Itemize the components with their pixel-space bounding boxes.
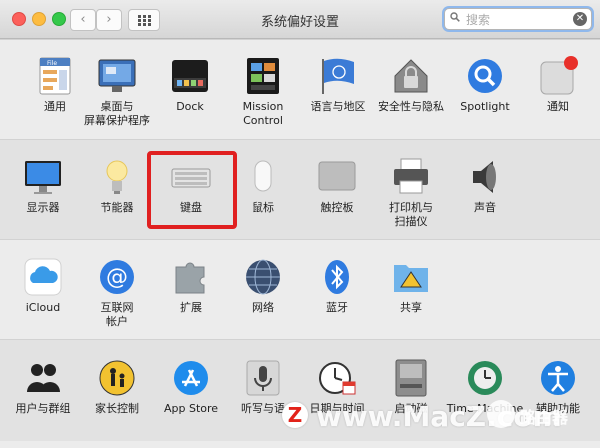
magnifier-icon [468, 59, 502, 93]
pref-label: 打印机与 扫描仪 [389, 201, 433, 228]
sharing-folder-icon [394, 265, 428, 292]
mouse-icon [254, 160, 272, 192]
pref-label: 蓝牙 [326, 301, 348, 314]
pref-label: 通知 [547, 100, 569, 113]
pref-label: 声音 [474, 201, 496, 214]
dock-icon [172, 60, 208, 92]
search-field[interactable]: 搜索 ✕ [444, 8, 592, 30]
pref-language-region[interactable]: 语言与地区 [305, 56, 371, 146]
mission-control-icon [247, 58, 279, 94]
printer-icon [394, 158, 428, 194]
system-preferences-window: ‹ › 系统偏好设置 搜索 ✕ File 通用 桌面与 屏幕保护程序 Dock … [0, 0, 600, 441]
keyboard-highlight-box [147, 151, 237, 229]
pref-sharing[interactable]: 共享 [378, 257, 444, 347]
speaker-icon [473, 161, 496, 193]
pref-desktop-screensaver[interactable]: 桌面与 屏幕保护程序 [84, 56, 150, 146]
pref-label: 节能器 [100, 201, 134, 214]
watermark-logo: Z [282, 402, 308, 428]
users-icon [27, 364, 60, 392]
pref-label: 网络 [252, 301, 274, 314]
pref-label: iCloud [25, 301, 61, 314]
trackpad-icon [318, 161, 356, 191]
watermark-corner-text: 路由器 [520, 408, 569, 427]
pref-parental-controls[interactable]: 家长控制 [84, 358, 150, 448]
bluetooth-icon [325, 260, 349, 294]
pref-network[interactable]: 网络 [230, 257, 296, 347]
pref-dock[interactable]: Dock [157, 56, 223, 146]
puzzle-icon [175, 262, 205, 294]
desktop-screensaver-icon [98, 59, 136, 92]
pref-label: 桌面与 屏幕保护程序 [84, 100, 150, 127]
pref-trackpad[interactable]: 触控板 [304, 157, 370, 247]
time-machine-icon [468, 361, 502, 395]
pref-spotlight[interactable]: Spotlight [452, 56, 518, 146]
pref-internet-accounts[interactable]: @ 互联网 帐户 [84, 257, 150, 347]
general-icon: File [39, 57, 71, 95]
accessibility-icon [541, 361, 575, 395]
pref-label: 安全性与隐私 [378, 100, 444, 113]
at-sign-icon: @ [100, 260, 134, 294]
pref-notifications[interactable]: 通知 [525, 56, 591, 146]
hard-drive-icon [395, 359, 427, 397]
display-icon [25, 161, 61, 194]
app-store-icon [174, 361, 208, 395]
pref-users-groups[interactable]: 用户与群组 [10, 358, 76, 448]
clock-calendar-icon [319, 362, 356, 395]
pref-mission-control[interactable]: Mission Control [230, 56, 296, 146]
pref-mouse[interactable]: 鼠标 [230, 157, 296, 247]
pref-label: 家长控制 [95, 402, 139, 415]
pref-label: Dock [176, 100, 204, 113]
router-logo-icon [487, 400, 515, 428]
pref-label: 语言与地区 [310, 100, 366, 113]
icloud-icon [24, 258, 62, 296]
pref-label: Spotlight [460, 100, 510, 113]
search-placeholder: 搜索 [466, 13, 491, 27]
pref-label: 互联网 帐户 [100, 301, 134, 328]
house-lock-icon [394, 59, 428, 93]
svg-text:File: File [47, 60, 57, 67]
pref-icloud[interactable]: iCloud [10, 257, 76, 347]
pref-label: 用户与群组 [15, 402, 71, 415]
flag-icon [322, 58, 354, 94]
pref-label: 扩展 [180, 301, 202, 314]
notifications-icon [540, 56, 578, 95]
pref-label: App Store [163, 402, 219, 415]
pref-label: 触控板 [320, 201, 354, 214]
pref-security-privacy[interactable]: 安全性与隐私 [378, 56, 444, 146]
pref-label: 显示器 [26, 201, 60, 214]
pref-sound[interactable]: 声音 [452, 157, 518, 247]
microphone-icon [246, 360, 280, 396]
pref-dictation-speech[interactable]: 听写与语 [230, 358, 296, 448]
globe-icon [246, 259, 280, 295]
pref-energy-saver[interactable]: 节能器 [84, 157, 150, 247]
pref-displays[interactable]: 显示器 [10, 157, 76, 247]
pref-printers-scanners[interactable]: 打印机与 扫描仪 [378, 157, 444, 247]
parental-controls-icon [99, 360, 135, 396]
pref-label: 共享 [400, 301, 422, 314]
pref-bluetooth[interactable]: 蓝牙 [304, 257, 370, 347]
search-icon [450, 12, 460, 22]
lightbulb-icon [106, 160, 128, 194]
pref-extensions[interactable]: 扩展 [158, 257, 224, 347]
pref-label: Mission Control [242, 100, 284, 127]
clear-search-icon[interactable]: ✕ [573, 12, 587, 26]
title-bar: ‹ › 系统偏好设置 搜索 ✕ [0, 0, 600, 39]
pref-app-store[interactable]: App Store [158, 358, 224, 448]
svg-text:@: @ [106, 265, 128, 290]
